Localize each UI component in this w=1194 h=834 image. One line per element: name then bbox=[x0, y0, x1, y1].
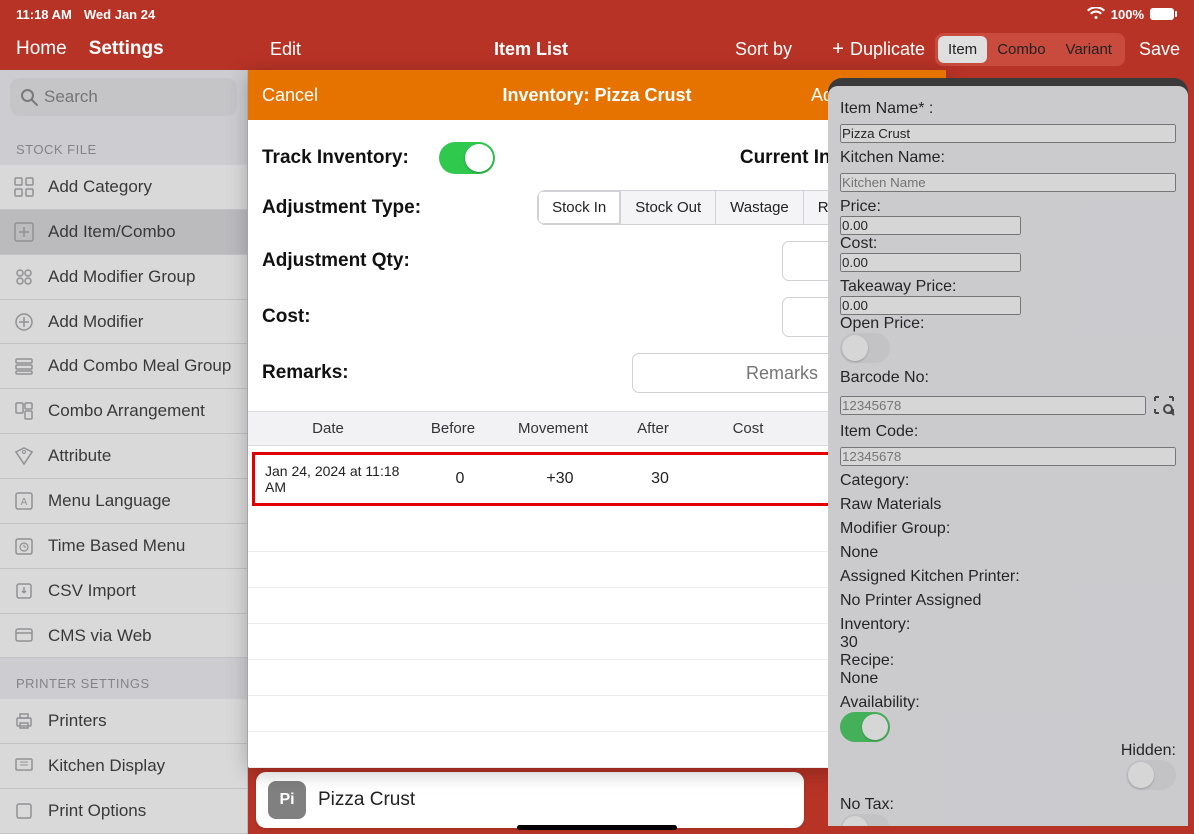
status-bar: 11:18 AM Wed Jan 24 100% bbox=[0, 0, 1194, 28]
seg-variant[interactable]: Variant bbox=[1056, 36, 1122, 63]
detail-sheet: Item Name* : Kitchen Name: Price: Cost: … bbox=[828, 78, 1188, 826]
page-title: Item List bbox=[494, 39, 568, 60]
price-input[interactable] bbox=[840, 216, 1021, 235]
openprice-toggle[interactable] bbox=[840, 333, 890, 363]
row-movement: +30 bbox=[505, 462, 615, 496]
save-button[interactable]: Save bbox=[1139, 39, 1180, 60]
printer-button[interactable]: No Printer Assigned bbox=[840, 592, 1176, 610]
barcode-scan-icon[interactable] bbox=[1152, 393, 1176, 417]
home-indicator[interactable] bbox=[517, 825, 677, 830]
seg-combo[interactable]: Combo bbox=[987, 36, 1055, 63]
cost-label: Cost: bbox=[840, 235, 1176, 253]
duplicate-label: Duplicate bbox=[850, 39, 925, 60]
adj-type-label: Adjustment Type: bbox=[262, 197, 421, 219]
itemcode-input[interactable] bbox=[840, 447, 1176, 466]
category-button[interactable]: Raw Materials bbox=[840, 496, 1176, 514]
row-date: Jan 24, 2024 at 11:18 AM bbox=[255, 455, 415, 503]
openprice-label: Open Price: bbox=[840, 315, 1176, 333]
item-name-label: Item Name* : bbox=[840, 100, 1176, 118]
seg-item[interactable]: Item bbox=[938, 36, 987, 63]
kitchen-name-label: Kitchen Name: bbox=[840, 149, 1176, 167]
inventory-label: Inventory: bbox=[840, 616, 1176, 634]
inventory-button[interactable]: 30 bbox=[840, 634, 1176, 652]
itemcode-label: Item Code: bbox=[840, 423, 1176, 441]
duplicate-button[interactable]: + Duplicate bbox=[832, 38, 925, 61]
barcode-label: Barcode No: bbox=[840, 369, 1176, 387]
adj-type-stock-out[interactable]: Stock Out bbox=[620, 191, 715, 224]
kitchen-name-input[interactable] bbox=[840, 173, 1176, 192]
hdr-movement: Movement bbox=[498, 412, 608, 445]
battery-icon bbox=[1150, 7, 1178, 21]
category-label: Category: bbox=[840, 472, 1176, 490]
battery-pct: 100% bbox=[1111, 7, 1144, 22]
adj-type-wastage[interactable]: Wastage bbox=[715, 191, 803, 224]
recipe-button[interactable]: None bbox=[840, 670, 1176, 688]
nav-settings[interactable]: Settings bbox=[89, 38, 164, 60]
availability-toggle[interactable] bbox=[840, 712, 890, 742]
hidden-toggle[interactable] bbox=[1126, 760, 1176, 790]
track-inventory-label: Track Inventory: bbox=[262, 147, 409, 169]
edit-button[interactable]: Edit bbox=[270, 39, 301, 60]
remarks-label: Remarks: bbox=[262, 362, 349, 384]
modgroup-label: Modifier Group: bbox=[840, 520, 1176, 538]
notax-toggle[interactable] bbox=[840, 814, 890, 826]
cost-input[interactable] bbox=[840, 253, 1021, 272]
hdr-date: Date bbox=[248, 412, 408, 445]
modal-cost-label: Cost: bbox=[262, 306, 311, 328]
plus-icon: + bbox=[832, 38, 844, 61]
row-before: 0 bbox=[415, 462, 505, 496]
wifi-icon bbox=[1087, 7, 1105, 21]
track-inventory-toggle[interactable] bbox=[439, 142, 495, 174]
row-cost bbox=[705, 471, 805, 487]
item-name: Pizza Crust bbox=[318, 789, 415, 811]
hidden-label: Hidden: bbox=[840, 742, 1176, 760]
notax-label: No Tax: bbox=[840, 796, 1176, 814]
takeaway-label: Takeaway Price: bbox=[840, 278, 1176, 296]
row-after: 30 bbox=[615, 462, 705, 496]
item-card[interactable]: Pi Pizza Crust bbox=[256, 772, 804, 828]
item-name-input[interactable] bbox=[840, 124, 1176, 143]
item-badge: Pi bbox=[268, 781, 306, 819]
hdr-before: Before bbox=[408, 412, 498, 445]
status-time: 11:18 AM bbox=[16, 7, 72, 22]
adj-qty-label: Adjustment Qty: bbox=[262, 250, 410, 272]
top-nav: Home Settings Edit Item List Sort by + D… bbox=[0, 28, 1194, 70]
modgroup-button[interactable]: None bbox=[840, 544, 1176, 562]
takeaway-input[interactable] bbox=[840, 296, 1021, 315]
cancel-button[interactable]: Cancel bbox=[262, 85, 318, 106]
sortby-button[interactable]: Sort by bbox=[735, 39, 792, 60]
recipe-label: Recipe: bbox=[840, 652, 1176, 670]
printer-label: Assigned Kitchen Printer: bbox=[840, 568, 1176, 586]
nav-home[interactable]: Home bbox=[16, 38, 67, 60]
availability-label: Availability: bbox=[840, 694, 1176, 712]
price-label: Price: bbox=[840, 198, 1176, 216]
hdr-cost: Cost bbox=[698, 412, 798, 445]
item-type-segmented[interactable]: Item Combo Variant bbox=[935, 33, 1125, 66]
adj-type-stock-in[interactable]: Stock In bbox=[538, 191, 620, 224]
status-date: Wed Jan 24 bbox=[84, 7, 155, 22]
modal-title: Inventory: Pizza Crust bbox=[502, 85, 691, 106]
hdr-after: After bbox=[608, 412, 698, 445]
barcode-input[interactable] bbox=[840, 396, 1146, 415]
